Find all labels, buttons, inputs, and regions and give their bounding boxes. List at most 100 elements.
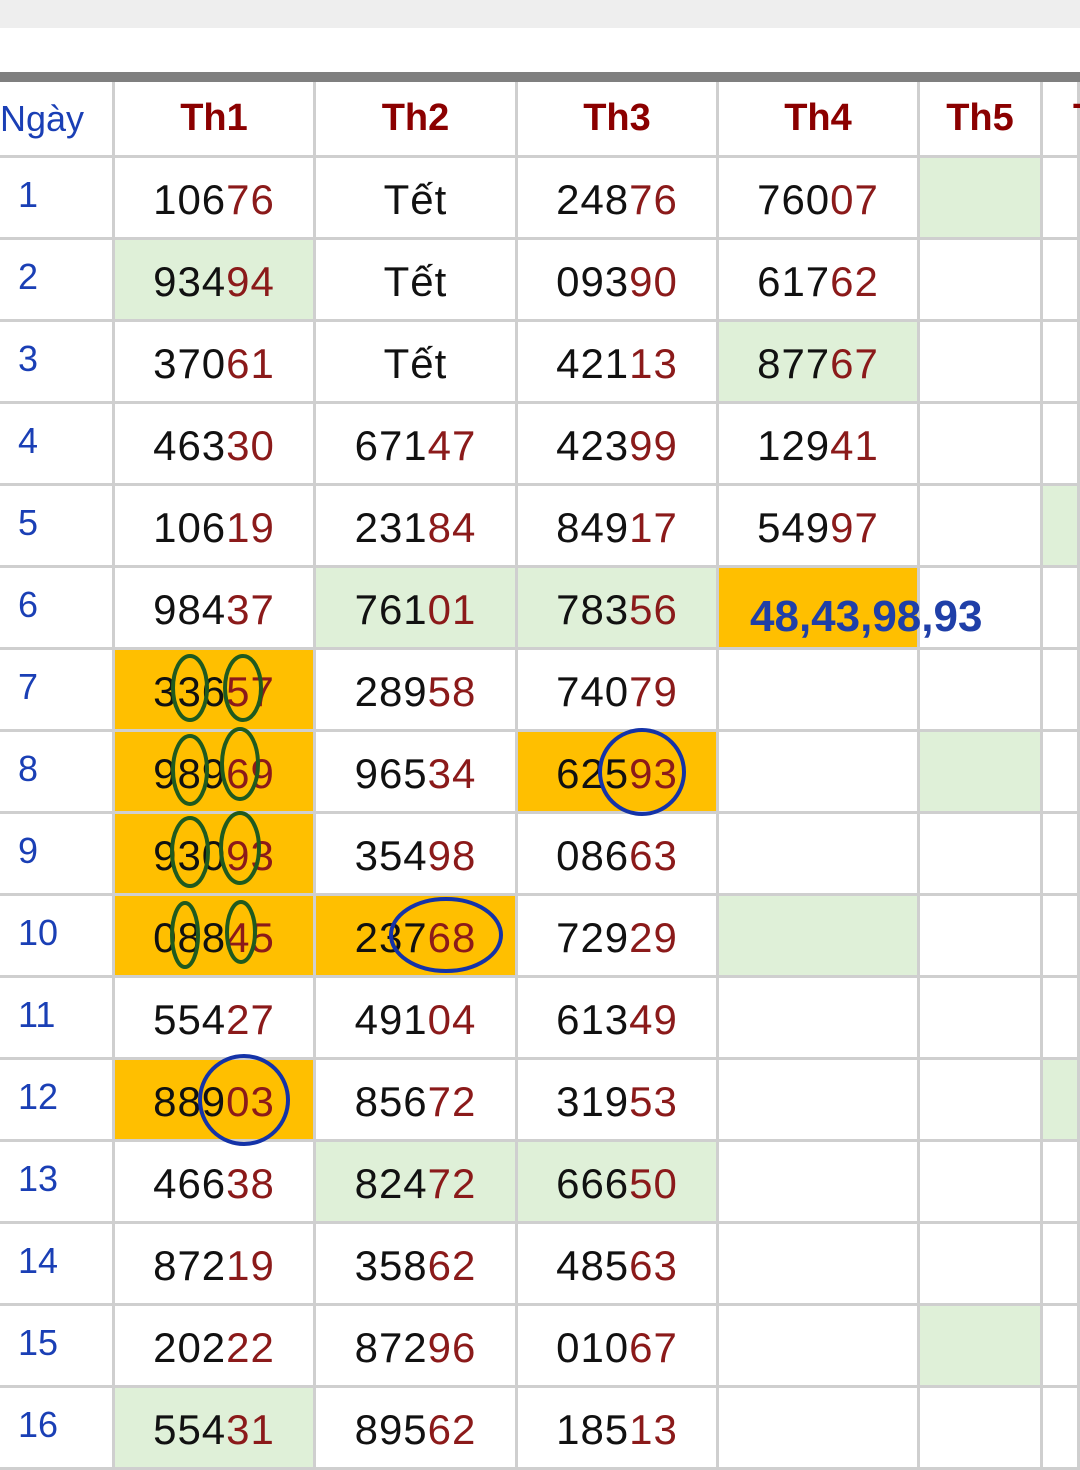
number-last-two: 79 [629, 667, 678, 715]
result-cell: 423 99 [518, 404, 719, 486]
number-prefix: 930 [153, 831, 227, 879]
number-last-two: 69 [226, 749, 275, 797]
result-cell [1043, 1388, 1080, 1470]
result-cell [719, 1060, 920, 1142]
number-last-two: 56 [629, 585, 678, 633]
result-cell: 934 94 [115, 240, 316, 322]
result-cell: 093 90 [518, 240, 719, 322]
number-prefix: 421 [556, 339, 630, 387]
number-last-two: 72 [427, 1159, 477, 1207]
result-cell: 617 62 [719, 240, 920, 322]
day-label: 9 [0, 814, 115, 896]
number-prefix: 729 [556, 913, 630, 961]
number-prefix: 289 [354, 667, 428, 715]
result-cell [920, 158, 1043, 240]
result-cell [1043, 1060, 1080, 1142]
number-last-two: 27 [226, 995, 275, 1043]
day-label: 11 [0, 978, 115, 1060]
result-cell [1043, 814, 1080, 896]
number-last-two: 47 [427, 421, 477, 469]
number-last-two: 22 [226, 1323, 275, 1371]
result-cell: 231 84 [316, 486, 518, 568]
number-last-two: 97 [830, 503, 879, 551]
result-cell [920, 1142, 1043, 1224]
annotation-text: 48,43,98,93 [750, 592, 983, 641]
result-cell: 989 69 [115, 732, 316, 814]
number-last-two: 62 [427, 1405, 477, 1453]
number-prefix: 877 [757, 339, 831, 387]
number-prefix: 760 [757, 175, 831, 223]
number-prefix: 761 [354, 585, 428, 633]
number-prefix: 093 [556, 257, 630, 305]
number-prefix: 185 [556, 1405, 630, 1453]
number-prefix: 554 [153, 995, 227, 1043]
header-th3: Th3 [518, 82, 719, 158]
result-cell: 554 27 [115, 978, 316, 1060]
number-last-two: 37 [226, 585, 275, 633]
result-cell: 613 49 [518, 978, 719, 1060]
header-t: T [1043, 82, 1080, 158]
result-cell: 729 29 [518, 896, 719, 978]
number-last-two: 13 [629, 1405, 678, 1453]
day-label: 10 [0, 896, 115, 978]
day-label: 4 [0, 404, 115, 486]
number-prefix: 358 [354, 1241, 428, 1289]
number-prefix: 824 [354, 1159, 428, 1207]
number-last-two: 50 [629, 1159, 678, 1207]
number-last-two: 53 [629, 1077, 678, 1125]
number-prefix: 895 [354, 1405, 428, 1453]
header-day: Ngày [0, 82, 115, 158]
result-cell [920, 732, 1043, 814]
number-last-two: 19 [226, 1241, 275, 1289]
number-last-two: 96 [427, 1323, 477, 1371]
number-prefix: 989 [153, 749, 227, 797]
result-cell [920, 1224, 1043, 1306]
result-cell: 895 62 [316, 1388, 518, 1470]
result-cell: 740 79 [518, 650, 719, 732]
result-cell [1043, 486, 1080, 568]
result-cell [719, 1306, 920, 1388]
result-cell [719, 1142, 920, 1224]
number-prefix: 783 [556, 585, 630, 633]
number-last-two: 30 [226, 421, 275, 469]
result-cell [1043, 650, 1080, 732]
result-cell: 463 30 [115, 404, 316, 486]
result-cell: 849 17 [518, 486, 719, 568]
header-th2: Th2 [316, 82, 518, 158]
day-label: 2 [0, 240, 115, 322]
result-cell: 671 47 [316, 404, 518, 486]
number-prefix: 549 [757, 503, 831, 551]
result-cell [719, 732, 920, 814]
header-th1: Th1 [115, 82, 316, 158]
number-last-two: 76 [629, 175, 678, 223]
number-prefix: 354 [354, 831, 428, 879]
number-prefix: 010 [556, 1323, 630, 1371]
result-cell: 872 19 [115, 1224, 316, 1306]
number-prefix: 463 [153, 421, 227, 469]
number-last-two: 57 [226, 667, 275, 715]
result-cell: 889 03 [115, 1060, 316, 1142]
result-cell [719, 1388, 920, 1470]
number-last-two: 38 [226, 1159, 275, 1207]
result-cell [920, 978, 1043, 1060]
number-last-two: 03 [226, 1077, 275, 1125]
number-prefix: 666 [556, 1159, 630, 1207]
number-prefix: 554 [153, 1405, 227, 1453]
result-cell [1043, 978, 1080, 1060]
day-label: 1 [0, 158, 115, 240]
result-cell: 248 76 [518, 158, 719, 240]
number-prefix: 088 [153, 913, 227, 961]
number-prefix: 872 [354, 1323, 428, 1371]
result-cell: 106 76 [115, 158, 316, 240]
result-cell [920, 322, 1043, 404]
result-cell [920, 486, 1043, 568]
result-cell [1043, 322, 1080, 404]
result-cell: 289 58 [316, 650, 518, 732]
result-cell: 491 04 [316, 978, 518, 1060]
result-cell: 237 68 [316, 896, 518, 978]
number-last-two: 94 [226, 257, 275, 305]
day-label: 15 [0, 1306, 115, 1388]
result-cell [1043, 240, 1080, 322]
result-cell [1043, 1224, 1080, 1306]
result-cell [920, 404, 1043, 486]
